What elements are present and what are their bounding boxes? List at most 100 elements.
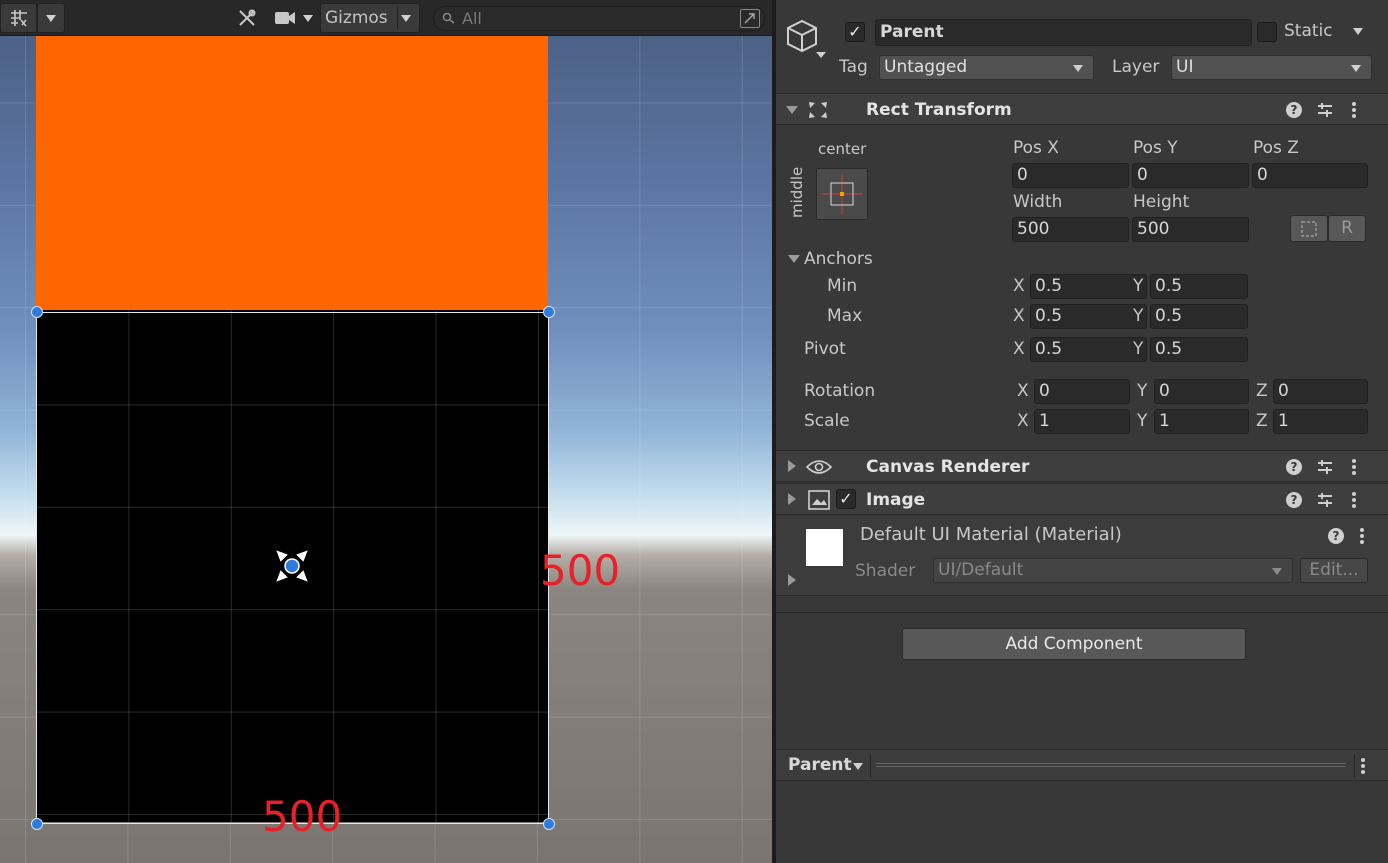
anchor-min-x-field[interactable]: 0.5: [1030, 274, 1147, 299]
object-name-field[interactable]: Parent: [875, 19, 1252, 46]
help-icon[interactable]: ?: [1286, 492, 1302, 508]
height-label: Height: [1133, 192, 1190, 212]
presets-icon[interactable]: [1316, 101, 1334, 119]
gameobject-cube-icon: [787, 19, 826, 58]
gizmos-button[interactable]: Gizmos: [320, 3, 420, 33]
image-enabled-checkbox[interactable]: ✓: [836, 489, 856, 509]
rect-handle-bottom-left[interactable]: [31, 818, 43, 830]
chevron-down-icon: [1073, 65, 1083, 72]
help-icon[interactable]: ?: [1286, 459, 1302, 475]
scene-camera-button[interactable]: [270, 3, 300, 33]
presets-icon[interactable]: [1316, 491, 1334, 509]
rect-transform-header[interactable]: Rect Transform ?: [776, 93, 1388, 125]
tag-value: Untagged: [884, 57, 968, 77]
height-field[interactable]: 500: [1132, 217, 1249, 242]
pos-y-label: Pos Y: [1133, 138, 1178, 158]
scale-y-field[interactable]: 1: [1154, 409, 1249, 434]
pivot-y-field[interactable]: 0.5: [1150, 337, 1248, 362]
pos-x-label: Pos X: [1013, 138, 1059, 158]
rotation-z-field[interactable]: 0: [1273, 379, 1368, 404]
kebab-menu-icon[interactable]: [1352, 492, 1356, 508]
anchor-max-label: Max: [827, 306, 863, 326]
anchor-preset-button[interactable]: [816, 168, 868, 220]
foldout-collapsed-icon[interactable]: [788, 493, 796, 505]
anchor-max-y-field[interactable]: 0.5: [1150, 304, 1248, 329]
inspector-panel: ✓ Parent Static Tag Untagged Layer UI Re…: [776, 0, 1388, 863]
width-annotation: 500: [262, 792, 343, 841]
foldout-expanded-icon[interactable]: [786, 106, 798, 114]
grid-snap-button[interactable]: [0, 3, 37, 33]
foldout-collapsed-icon[interactable]: [788, 460, 796, 472]
anchor-max-x-field[interactable]: 0.5: [1030, 304, 1147, 329]
image-component-icon: [808, 490, 830, 510]
help-icon[interactable]: ?: [1286, 102, 1302, 118]
scale-label: Scale: [804, 411, 850, 431]
canvas-renderer-header[interactable]: Canvas Renderer ?: [776, 450, 1388, 482]
kebab-menu-icon[interactable]: [1352, 102, 1356, 118]
chevron-down-icon: [1351, 65, 1361, 72]
preview-bar: Parent: [776, 749, 1388, 781]
scene-search-input[interactable]: All: [433, 6, 765, 31]
axis-x-label: X: [1013, 306, 1025, 326]
camera-dropdown[interactable]: [298, 3, 318, 33]
pos-x-field[interactable]: 0: [1012, 163, 1129, 188]
shader-edit-button[interactable]: Edit...: [1300, 558, 1368, 583]
raw-edit-button[interactable]: R: [1328, 215, 1366, 242]
rect-transform-icon: [809, 102, 827, 118]
pivot-x-field[interactable]: 0.5: [1030, 337, 1147, 362]
material-foldout-icon[interactable]: [788, 574, 796, 586]
static-checkbox[interactable]: [1257, 22, 1277, 42]
rect-handle-bottom-right[interactable]: [543, 818, 555, 830]
blueprint-mode-button[interactable]: [1290, 215, 1328, 242]
rect-transform-title: Rect Transform: [866, 100, 1012, 120]
scale-x-field[interactable]: 1: [1034, 409, 1130, 434]
preview-title[interactable]: Parent: [788, 755, 852, 775]
tools-button[interactable]: [232, 3, 262, 33]
anchor-preset-h-label: center: [818, 140, 867, 158]
width-field[interactable]: 500: [1012, 217, 1129, 242]
grid-snap-dropdown[interactable]: [37, 3, 65, 33]
object-active-checkbox[interactable]: ✓: [845, 22, 865, 42]
static-dropdown-icon[interactable]: [1353, 28, 1363, 35]
add-component-button[interactable]: Add Component: [902, 628, 1246, 660]
kebab-menu-icon[interactable]: [1360, 528, 1364, 544]
shader-dropdown[interactable]: UI/Default: [933, 558, 1293, 583]
chevron-down-icon[interactable]: [853, 763, 863, 770]
grid-snap-icon: [10, 10, 27, 27]
layer-value: UI: [1176, 57, 1194, 77]
height-annotation: 500: [540, 546, 621, 595]
material-name: Default UI Material (Material): [860, 524, 1122, 545]
anchor-min-y-field[interactable]: 0.5: [1150, 274, 1248, 299]
expand-icon[interactable]: [740, 9, 760, 28]
canvas-renderer-title: Canvas Renderer: [866, 457, 1030, 477]
pivot-label: Pivot: [804, 339, 846, 359]
kebab-menu-icon[interactable]: [1361, 758, 1365, 774]
axis-z-label: Z: [1256, 381, 1268, 401]
presets-icon[interactable]: [1316, 458, 1334, 476]
shader-value: UI/Default: [938, 560, 1024, 580]
scene-view[interactable]: 500 500 Gizmos All: [0, 0, 772, 863]
material-preview-swatch[interactable]: [806, 529, 843, 566]
preview-drag-handle[interactable]: [876, 763, 1346, 767]
chevron-down-icon: [401, 15, 411, 22]
orange-image-rect[interactable]: [36, 36, 548, 312]
rotation-label: Rotation: [804, 381, 876, 401]
rotation-x-field[interactable]: 0: [1034, 379, 1130, 404]
pivot-anchor-icon[interactable]: [274, 548, 310, 584]
rect-handle-top-right[interactable]: [543, 306, 555, 318]
axis-y-label: Y: [1133, 276, 1144, 296]
pos-y-field[interactable]: 0: [1132, 163, 1249, 188]
anchors-foldout-icon[interactable]: [788, 255, 800, 263]
tag-dropdown[interactable]: Untagged: [879, 55, 1094, 80]
blueprint-icon: [1301, 221, 1317, 237]
kebab-menu-icon[interactable]: [1352, 459, 1356, 475]
anchors-label: Anchors: [804, 249, 873, 269]
rect-handle-top-left[interactable]: [31, 306, 43, 318]
image-header[interactable]: ✓ Image ?: [776, 483, 1388, 515]
pos-z-field[interactable]: 0: [1252, 163, 1368, 188]
layer-dropdown[interactable]: UI: [1171, 55, 1372, 80]
scale-z-field[interactable]: 1: [1273, 409, 1368, 434]
help-icon[interactable]: ?: [1328, 528, 1344, 544]
anchor-preset-v-label: middle: [788, 166, 806, 218]
rotation-y-field[interactable]: 0: [1154, 379, 1249, 404]
